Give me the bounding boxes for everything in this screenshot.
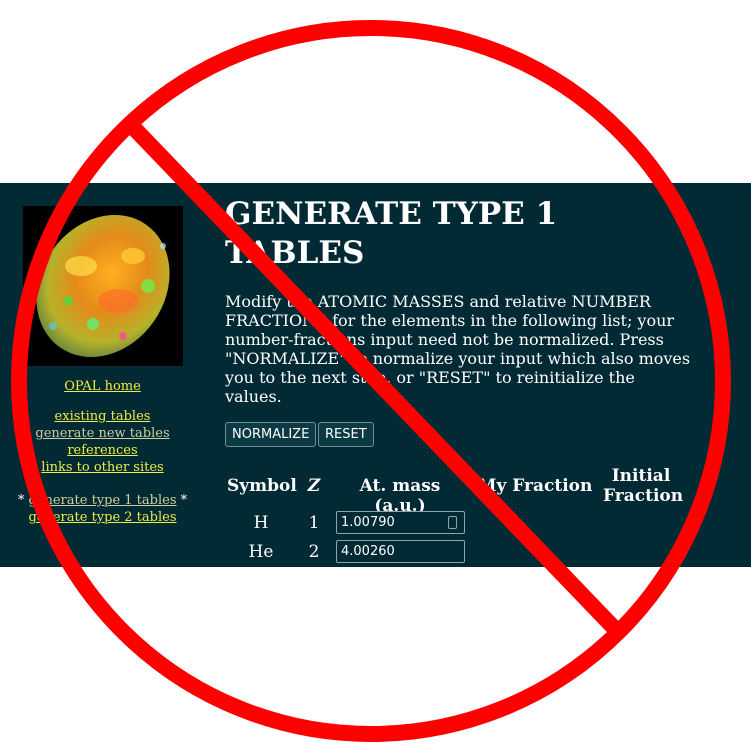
normalize-button[interactable]: NORMALIZE [225, 422, 317, 447]
opal-gemstone-icon [23, 206, 183, 366]
row-he-symbol: He [248, 542, 274, 562]
row-he-z: 2 [308, 542, 320, 562]
he-mass-value: 4.00260 [341, 544, 395, 559]
main-content: GENERATE TYPE 1 TABLES Modify the ATOMIC… [225, 183, 725, 567]
generate-type-2-link[interactable]: generate type 2 tables [0, 510, 205, 525]
generate-new-tables-link[interactable]: generate new tables [0, 426, 205, 441]
existing-tables-link[interactable]: existing tables [0, 409, 205, 424]
mass-header: At. mass (a.u.) [359, 476, 441, 516]
stepper-icon[interactable] [448, 516, 457, 529]
reset-button[interactable]: RESET [318, 422, 374, 447]
initial-fraction-header: Initial Fraction [603, 466, 684, 506]
h-mass-value: 1.00790 [341, 515, 395, 530]
opal-home-link[interactable]: OPAL home [0, 379, 205, 394]
z-header: Z [307, 476, 321, 496]
links-to-other-sites-link[interactable]: links to other sites [0, 460, 205, 475]
current-suffix: * [176, 493, 188, 508]
sidebar: OPAL home existing tables generate new t… [0, 183, 205, 567]
page-content: OPAL home existing tables generate new t… [0, 183, 751, 567]
page-title: GENERATE TYPE 1 TABLES [225, 196, 558, 271]
row-h-z: 1 [308, 513, 320, 533]
row-h-symbol: H [253, 513, 269, 533]
he-mass-input[interactable]: 4.00260 [336, 540, 465, 563]
symbol-header: Symbol [227, 476, 297, 496]
intro-text: Modify the ATOMIC MASSES and relative NU… [225, 292, 691, 406]
generate-type-1-link[interactable]: generate type 1 tables [28, 493, 176, 508]
current-prefix: * [17, 493, 29, 508]
my-fraction-header: My Fraction [477, 476, 593, 496]
h-mass-input[interactable]: 1.00790 [336, 511, 465, 534]
current-page-indicator: * generate type 1 tables * [0, 493, 205, 508]
references-link[interactable]: references [0, 443, 205, 458]
